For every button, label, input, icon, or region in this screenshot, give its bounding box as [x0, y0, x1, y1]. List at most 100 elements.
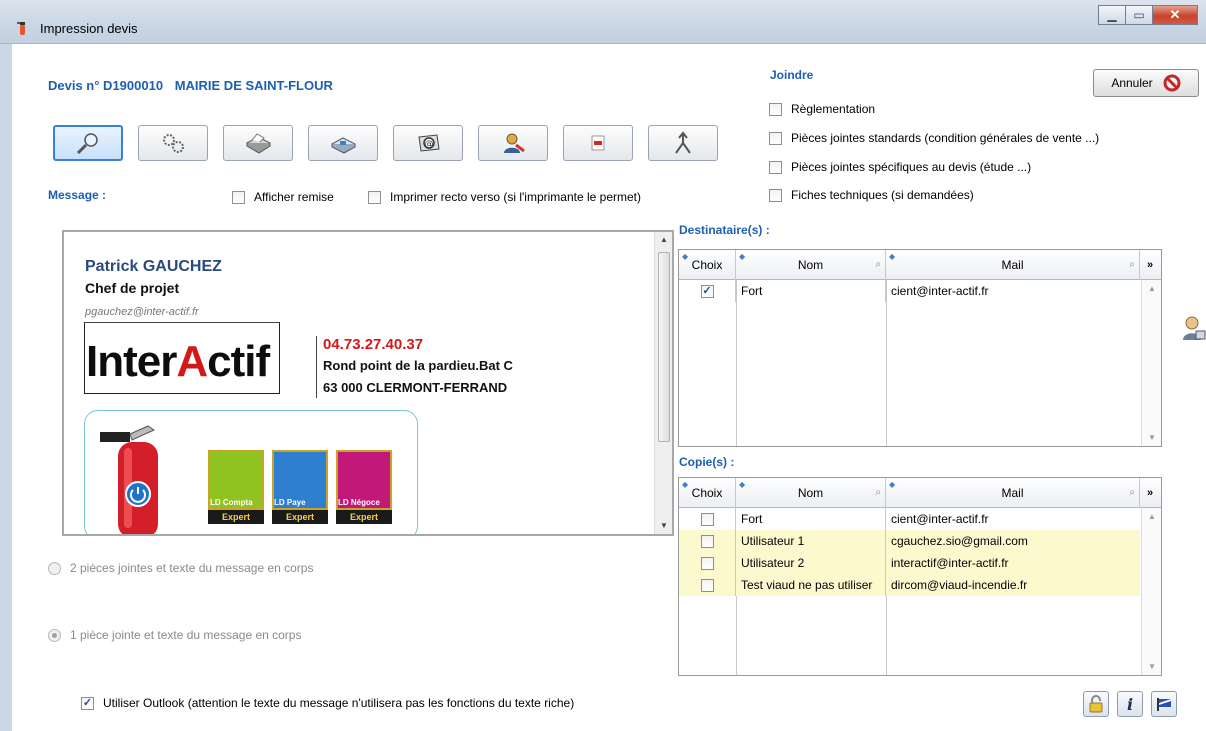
- row-nom: Utilisateur 1: [736, 530, 886, 552]
- search-icon[interactable]: ⌕: [1129, 487, 1135, 498]
- copies-scrollbar[interactable]: ▲ ▼: [1141, 508, 1161, 675]
- annuler-button[interactable]: Annuler: [1093, 69, 1199, 97]
- sort-icon: ◆: [889, 252, 896, 261]
- row-select-checkbox[interactable]: [700, 534, 714, 548]
- radio-one-attachment-label: 1 pièce jointe et texte du message en co…: [70, 628, 302, 642]
- row-nom: Fort: [736, 280, 886, 302]
- column-divider: [736, 596, 737, 675]
- outlook-option[interactable]: Utiliser Outlook (attention le texte du …: [81, 696, 574, 710]
- recto-verso-checkbox[interactable]: [368, 190, 381, 204]
- row-select-checkbox[interactable]: [700, 578, 714, 592]
- svg-text:@: @: [425, 140, 434, 150]
- destinataires-scrollbar[interactable]: ▲ ▼: [1141, 280, 1161, 446]
- scroll-down-icon[interactable]: ▼: [1142, 662, 1162, 671]
- table-row[interactable]: Test viaud ne pas utiliser dircom@viaud-…: [679, 574, 1140, 596]
- fax-button[interactable]: [308, 125, 378, 161]
- settings-button[interactable]: [138, 125, 208, 161]
- split-button[interactable]: [648, 125, 718, 161]
- afficher-remise-checkbox[interactable]: [232, 190, 245, 204]
- outlook-checkbox[interactable]: [81, 696, 94, 710]
- window-controls: ▁ ▭ ✕: [1098, 5, 1198, 25]
- message-editor[interactable]: Patrick GAUCHEZ Chef de projet pgauchez@…: [62, 230, 674, 536]
- radio-one-attachment-button[interactable]: [48, 628, 61, 642]
- radio-two-attachments-label: 2 pièces jointes et texte du message en …: [70, 561, 314, 575]
- scroll-down-icon[interactable]: ▼: [655, 518, 672, 534]
- col-nom-header[interactable]: ◆ Nom ⌕: [736, 478, 886, 508]
- title-bar: Impression devis ▁ ▭ ✕: [0, 0, 1206, 44]
- joindre-fiches-techniques-checkbox[interactable]: [769, 188, 782, 202]
- col-mail-header[interactable]: ◆ Mail ⌕: [886, 478, 1140, 508]
- copies-grid: ◆ Choix ◆ Nom ⌕ ◆ Mail ⌕ » Fort cient@inter-a…: [678, 477, 1162, 676]
- message-scrollbar[interactable]: ▲ ▼: [654, 232, 672, 534]
- contact-button[interactable]: [478, 125, 548, 161]
- scroll-down-icon[interactable]: ▼: [1142, 433, 1162, 442]
- col-choix-header[interactable]: ◆ Choix: [679, 250, 736, 280]
- more-columns-icon[interactable]: »: [1140, 478, 1160, 507]
- scroll-up-icon[interactable]: ▲: [1142, 512, 1162, 521]
- scroll-up-icon[interactable]: ▲: [655, 232, 672, 248]
- message-label: Message :: [48, 188, 107, 202]
- sort-icon: ◆: [739, 480, 746, 489]
- outlook-label: Utiliser Outlook (attention le texte du …: [103, 696, 575, 710]
- joindre-fiches-techniques[interactable]: Fiches techniques (si demandées): [769, 188, 974, 202]
- user-icon: [504, 133, 525, 153]
- destinataires-title: Destinataire(s) :: [679, 223, 770, 237]
- row-select-checkbox[interactable]: [700, 512, 714, 526]
- extinguisher-icon: [100, 425, 158, 534]
- interactif-logo: InterActif: [86, 337, 270, 386]
- email-button[interactable]: @: [393, 125, 463, 161]
- table-row[interactable]: Fort cient@inter-actif.fr: [679, 280, 1140, 302]
- maximize-button[interactable]: ▭: [1125, 5, 1153, 25]
- col-mail-header[interactable]: ◆ Mail ⌕: [886, 250, 1140, 280]
- joindre-pj-specifiques-checkbox[interactable]: [769, 160, 782, 174]
- signature-divider: [316, 336, 317, 398]
- info-button[interactable]: i: [1117, 691, 1143, 717]
- more-columns-icon[interactable]: »: [1140, 250, 1160, 279]
- dialog-body: Devis n° D1900010 MAIRIE DE SAINT-FLOUR …: [12, 44, 1206, 731]
- preview-button[interactable]: [53, 125, 123, 161]
- close-button[interactable]: ✕: [1152, 5, 1198, 25]
- scroll-up-icon[interactable]: ▲: [1142, 284, 1162, 293]
- sort-icon: ◆: [889, 480, 896, 489]
- radio-two-attachments-button[interactable]: [48, 561, 61, 575]
- search-icon[interactable]: ⌕: [875, 259, 881, 270]
- radio-two-attachments[interactable]: 2 pièces jointes et texte du message en …: [48, 561, 313, 575]
- lock-button[interactable]: [1083, 691, 1109, 717]
- radio-one-attachment[interactable]: 1 pièce jointe et texte du message en co…: [48, 628, 301, 642]
- row-nom: Utilisateur 2: [736, 552, 886, 574]
- row-nom: Test viaud ne pas utiliser: [736, 574, 886, 596]
- copies-title: Copie(s) :: [679, 455, 735, 469]
- joindre-reglementation[interactable]: Règlementation: [769, 102, 875, 116]
- row-mail: interactif@inter-actif.fr: [891, 556, 1009, 570]
- close-icon: ✕: [1169, 7, 1181, 22]
- window-left-border: [0, 44, 12, 731]
- search-icon[interactable]: ⌕: [875, 487, 881, 498]
- table-row[interactable]: Utilisateur 2 interactif@inter-actif.fr: [679, 552, 1140, 574]
- recto-verso-option[interactable]: Imprimer recto verso (si l'imprimante le…: [368, 190, 641, 204]
- table-row[interactable]: Utilisateur 1 cgauchez.sio@gmail.com: [679, 530, 1140, 552]
- print-button[interactable]: [223, 125, 293, 161]
- cancel-forbidden-icon: [1163, 74, 1181, 92]
- scroll-thumb[interactable]: [658, 252, 670, 442]
- flag-button[interactable]: [1151, 691, 1177, 717]
- row-select-checkbox[interactable]: [700, 556, 714, 570]
- table-row[interactable]: Fort cient@inter-actif.fr: [679, 508, 1140, 530]
- joindre-pj-standards-checkbox[interactable]: [769, 131, 782, 145]
- col-choix-header[interactable]: ◆ Choix: [679, 478, 736, 508]
- add-contact-icon[interactable]: [1182, 315, 1206, 341]
- joindre-pj-specifiques[interactable]: Pièces jointes spécifiques au devis (étu…: [769, 160, 1031, 174]
- afficher-remise-option[interactable]: Afficher remise: [232, 190, 334, 204]
- col-nom-header[interactable]: ◆ Nom ⌕: [736, 250, 886, 280]
- signature-mail: pgauchez@inter-actif.fr: [85, 306, 199, 318]
- ld-paye-tile: LD Paye Expert: [272, 450, 328, 524]
- fax-icon: [330, 137, 357, 154]
- joindre-title: Joindre: [770, 68, 814, 82]
- minimize-button[interactable]: ▁: [1098, 5, 1126, 25]
- search-icon[interactable]: ⌕: [1129, 259, 1135, 270]
- joindre-reglementation-checkbox[interactable]: [769, 102, 782, 116]
- joindre-pj-standards-label: Pièces jointes standards (condition géné…: [791, 131, 1100, 145]
- joindre-pj-standards[interactable]: Pièces jointes standards (condition géné…: [769, 131, 1099, 145]
- message-content: Patrick GAUCHEZ Chef de projet pgauchez@…: [64, 232, 654, 534]
- row-select-checkbox[interactable]: [700, 284, 714, 298]
- pdf-button[interactable]: [563, 125, 633, 161]
